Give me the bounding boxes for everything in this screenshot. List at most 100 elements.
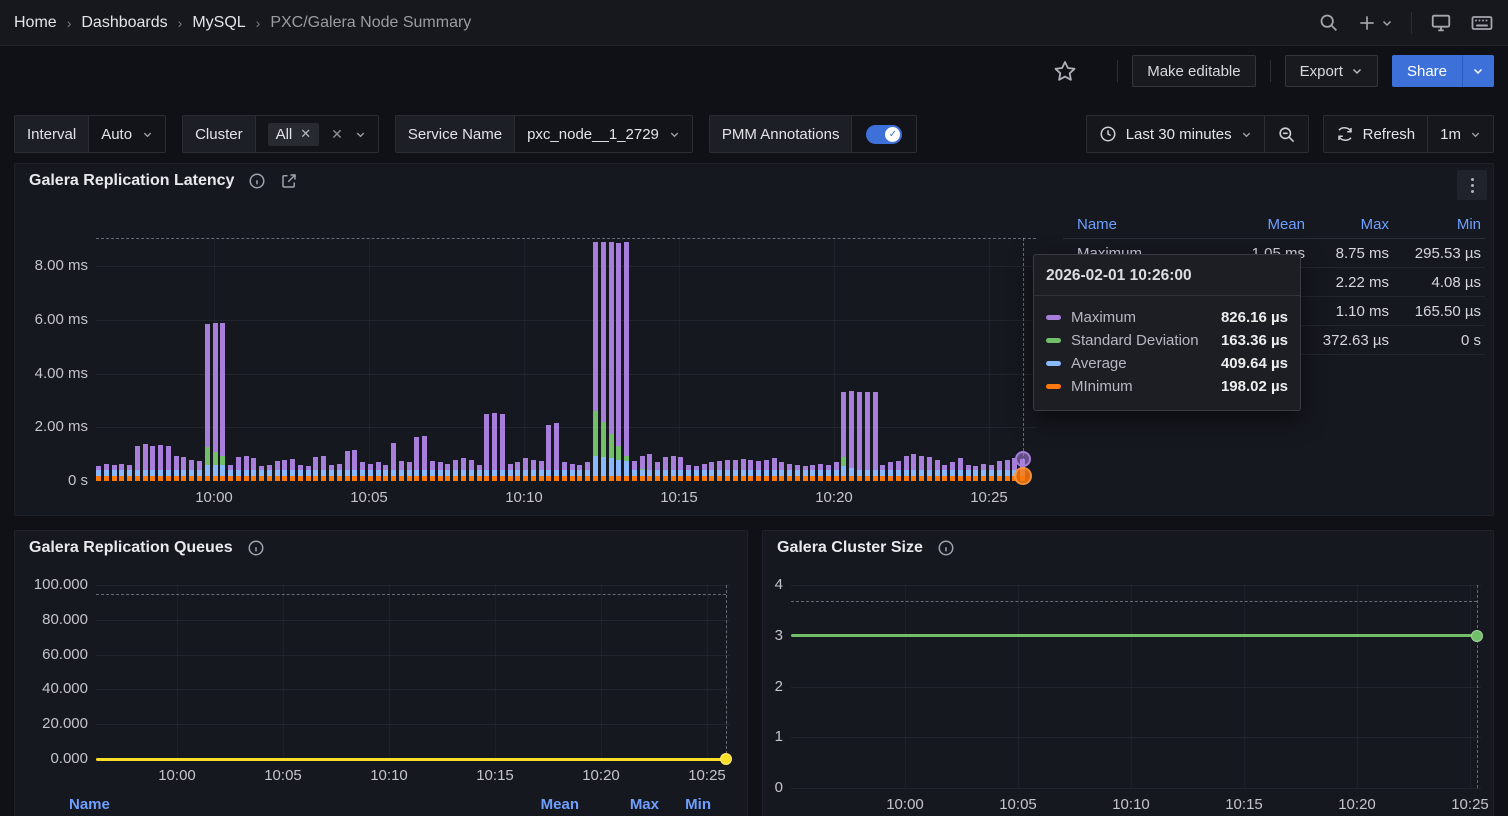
latency-bar-segment — [748, 476, 753, 481]
make-editable-button[interactable]: Make editable — [1132, 55, 1255, 87]
latency-bar-segment — [973, 476, 978, 481]
latency-bar-segment — [865, 392, 870, 481]
latency-bar-segment — [143, 476, 148, 481]
tooltip-series-row: Standard Deviation 163.36 µs — [1034, 329, 1300, 352]
gridline-horizontal — [791, 687, 1481, 688]
latency-bar-segment — [663, 476, 668, 481]
latency-bar-segment — [337, 476, 342, 481]
interval-select[interactable]: Auto — [89, 116, 165, 152]
x-tick-label: 10:05 — [983, 796, 1053, 813]
pmm-annotations-label: PMM Annotations — [710, 116, 853, 152]
search-icon[interactable] — [1318, 12, 1339, 33]
export-label: Export — [1300, 63, 1343, 80]
interval-label: Interval — [15, 116, 89, 152]
crosshair-horizontal — [96, 594, 726, 595]
tooltip-series-value: 163.36 µs — [1221, 332, 1288, 349]
favorite-star-icon[interactable] — [1053, 59, 1077, 83]
queues-legend-header-mean[interactable]: Mean — [489, 796, 579, 813]
kiosk-mode-icon[interactable] — [1430, 12, 1452, 34]
x-tick-label: 10:00 — [142, 767, 212, 784]
legend-header-max[interactable]: Max — [1305, 216, 1389, 233]
y-tick-label: 0 s — [15, 472, 88, 489]
latency-bar-segment — [313, 476, 318, 481]
latency-bar-segment — [562, 476, 567, 481]
cluster-label: Cluster — [183, 116, 256, 152]
latency-bar-segment — [112, 476, 117, 481]
latency-bar-segment — [492, 476, 497, 481]
share-menu-button[interactable] — [1462, 55, 1494, 87]
info-icon[interactable] — [248, 172, 266, 190]
x-tick-label: 10:25 — [1435, 796, 1505, 813]
export-button[interactable]: Export — [1285, 55, 1378, 87]
breadcrumb-item-pxc-galera-node-summary: PXC/Galera Node Summary — [270, 14, 471, 32]
series-endpoint-dot — [1471, 630, 1483, 642]
latency-bar-segment — [849, 476, 854, 481]
cluster-plot[interactable] — [791, 585, 1481, 788]
breadcrumb-item-mysql[interactable]: MySQL — [192, 14, 245, 32]
share-button[interactable]: Share — [1392, 55, 1462, 87]
latency-plot[interactable] — [96, 238, 1036, 481]
panel-title: Galera Cluster Size — [777, 539, 923, 557]
latency-bar-segment — [166, 476, 171, 481]
latency-bar-segment — [376, 476, 381, 481]
chip-remove-icon[interactable]: ✕ — [300, 126, 311, 142]
breadcrumb-item-dashboards[interactable]: Dashboards — [81, 14, 167, 32]
gridline-horizontal — [791, 788, 1481, 789]
latency-bar-segment — [911, 476, 916, 481]
share-label: Share — [1407, 63, 1447, 80]
chevron-down-icon — [669, 129, 680, 140]
service-name-control: Service Name pxc_node__1_2729 — [395, 115, 693, 153]
legend-header-row: NameMeanMaxMin — [1063, 210, 1485, 239]
breadcrumb-item-home[interactable]: Home — [14, 14, 57, 32]
queues-legend-header-min[interactable]: Min — [659, 796, 733, 813]
cluster-control: Cluster All ✕ ✕ — [182, 115, 379, 153]
latency-bar-segment — [531, 476, 536, 481]
latency-bar-segment — [189, 476, 194, 481]
service-name-select[interactable]: pxc_node__1_2729 — [515, 116, 692, 152]
refresh-button[interactable]: Refresh — [1324, 116, 1428, 152]
time-controls: Last 30 minutes Refresh 1m — [1086, 115, 1494, 153]
x-tick-label: 10:25 — [954, 489, 1024, 506]
time-range-picker[interactable]: Last 30 minutes — [1087, 116, 1264, 152]
queues-legend-header-name[interactable]: Name — [29, 796, 489, 813]
info-icon[interactable] — [247, 539, 265, 557]
latency-bar-segment — [267, 476, 272, 481]
gridline-horizontal — [96, 266, 1036, 267]
latency-bar-segment — [546, 476, 551, 481]
tooltip-series-name: Standard Deviation — [1071, 332, 1211, 349]
info-icon[interactable] — [937, 539, 955, 557]
legend-header-mean[interactable]: Mean — [1201, 216, 1305, 233]
pmm-annotations-toggle[interactable]: ✓ — [866, 125, 902, 144]
clear-selection-icon[interactable]: ✕ — [329, 126, 345, 143]
crosshair-vertical — [726, 585, 727, 759]
legend-header-min[interactable]: Min — [1389, 216, 1485, 233]
queues-legend-header-max[interactable]: Max — [579, 796, 659, 813]
panel-title: Galera Replication Latency — [29, 172, 234, 190]
latency-bar-segment — [818, 476, 823, 481]
legend-header-name[interactable]: Name — [1063, 216, 1201, 233]
add-menu-button[interactable] — [1357, 13, 1393, 33]
tooltip-series-value: 198.02 µs — [1221, 378, 1288, 395]
latency-bar-segment — [593, 476, 598, 481]
latency-bar-segment — [927, 476, 932, 481]
external-link-icon[interactable] — [280, 172, 298, 190]
latency-bar-segment — [399, 476, 404, 481]
chevron-down-icon — [1470, 129, 1481, 140]
cluster-chip-all[interactable]: All ✕ — [268, 123, 320, 146]
flat-series-line — [96, 758, 726, 761]
keyboard-shortcuts-icon[interactable] — [1470, 11, 1494, 35]
y-tick-label: 80.000 — [15, 611, 88, 628]
refresh-interval-select[interactable]: 1m — [1427, 116, 1493, 152]
x-tick-label: 10:10 — [489, 489, 559, 506]
panel-menu-kebab-icon[interactable] — [1457, 170, 1487, 200]
breadcrumb-separator: › — [178, 15, 183, 31]
latency-bar-segment — [888, 476, 893, 481]
queues-plot[interactable] — [96, 585, 730, 759]
latency-bar-segment — [585, 476, 590, 481]
chevron-down-icon — [1472, 65, 1484, 77]
zoom-out-button[interactable] — [1264, 116, 1308, 152]
latency-bar-segment — [282, 476, 287, 481]
gridline-vertical — [369, 238, 370, 481]
gridline-horizontal — [96, 585, 730, 586]
cluster-select[interactable]: All ✕ ✕ — [256, 116, 378, 152]
